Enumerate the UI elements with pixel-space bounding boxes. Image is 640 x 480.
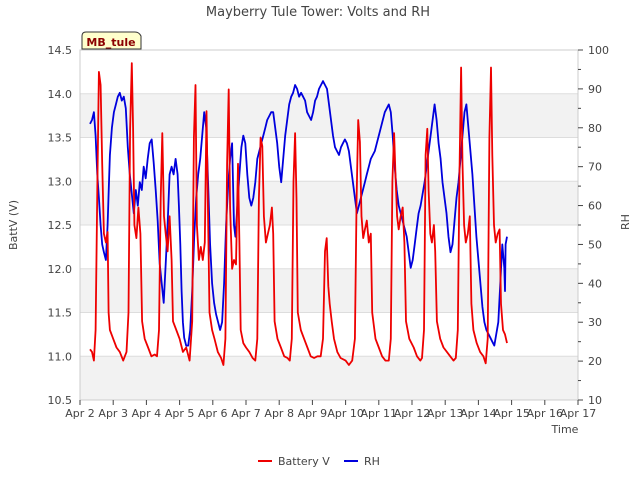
y-axis-right: 10 20 30 40 50 60 70 80 90 100 (578, 44, 609, 407)
y-right-tick-label: 70 (588, 161, 602, 174)
y-axis-left-label: BattV (V) (7, 200, 20, 250)
x-tick-label: Apr 3 (98, 407, 128, 420)
x-tick-label: Apr 4 (132, 407, 162, 420)
x-tick-label: Apr 14 (460, 407, 497, 420)
y-right-tick-label: 20 (588, 355, 602, 368)
x-tick-label: Apr 11 (361, 407, 398, 420)
legend: Battery V RH (258, 455, 380, 468)
y-left-tick-label: 13.5 (48, 132, 73, 145)
x-tick-label: Apr 16 (527, 407, 564, 420)
x-tick-label: Apr 6 (198, 407, 228, 420)
x-axis: Apr 2 Apr 3 Apr 4 Apr 5 Apr 6 Apr 7 Apr 8 Apr 9… (65, 400, 596, 420)
y-right-tick-label: 80 (588, 122, 602, 135)
x-tick-label: Apr 5 (165, 407, 195, 420)
station-badge-label: MB_tule (86, 36, 135, 49)
legend-label-rh: RH (364, 455, 380, 468)
y-right-tick-label: 50 (588, 238, 602, 251)
y-axis-left: 10.5 11.0 11.5 12.0 12.5 13.0 13.5 14.0 14.5 (48, 44, 73, 407)
x-axis-label: Time (551, 423, 579, 436)
x-tick-label: Apr 15 (493, 407, 530, 420)
y-left-tick-label: 12.5 (48, 219, 73, 232)
y-right-tick-label: 100 (588, 44, 609, 57)
x-tick-label: Apr 10 (327, 407, 364, 420)
x-tick-label: Apr 9 (298, 407, 328, 420)
y-left-tick-label: 14.0 (48, 88, 73, 101)
chart-title: Mayberry Tule Tower: Volts and RH (206, 5, 430, 20)
y-right-tick-label: 90 (588, 83, 602, 96)
x-tick-label: Apr 7 (231, 407, 261, 420)
y-left-tick-label: 10.5 (48, 394, 73, 407)
station-badge: MB_tule (81, 31, 142, 50)
legend-label-battery: Battery V (278, 455, 330, 468)
y-right-tick-label: 10 (588, 394, 602, 407)
y-right-tick-label: 40 (588, 277, 602, 290)
y-right-tick-label: 60 (588, 200, 602, 213)
y-left-tick-label: 13.0 (48, 175, 73, 188)
y-left-tick-label: 11.0 (48, 350, 73, 363)
x-tick-label: Apr 17 (560, 407, 597, 420)
y-right-tick-label: 30 (588, 316, 602, 329)
x-tick-label: Apr 12 (394, 407, 431, 420)
chart-svg: Apr 2 Apr 3 Apr 4 Apr 5 Apr 6 Apr 7 Apr 8 Apr 9… (7, 5, 632, 468)
background-band (80, 356, 578, 400)
x-tick-label: Apr 2 (65, 407, 95, 420)
y-left-tick-label: 12.0 (48, 263, 73, 276)
x-tick-label: Apr 8 (264, 407, 294, 420)
y-left-tick-label: 11.5 (48, 307, 73, 320)
x-tick-label: Apr 13 (427, 407, 464, 420)
y-left-tick-label: 14.5 (48, 44, 73, 57)
y-axis-right-label: RH (619, 214, 632, 230)
